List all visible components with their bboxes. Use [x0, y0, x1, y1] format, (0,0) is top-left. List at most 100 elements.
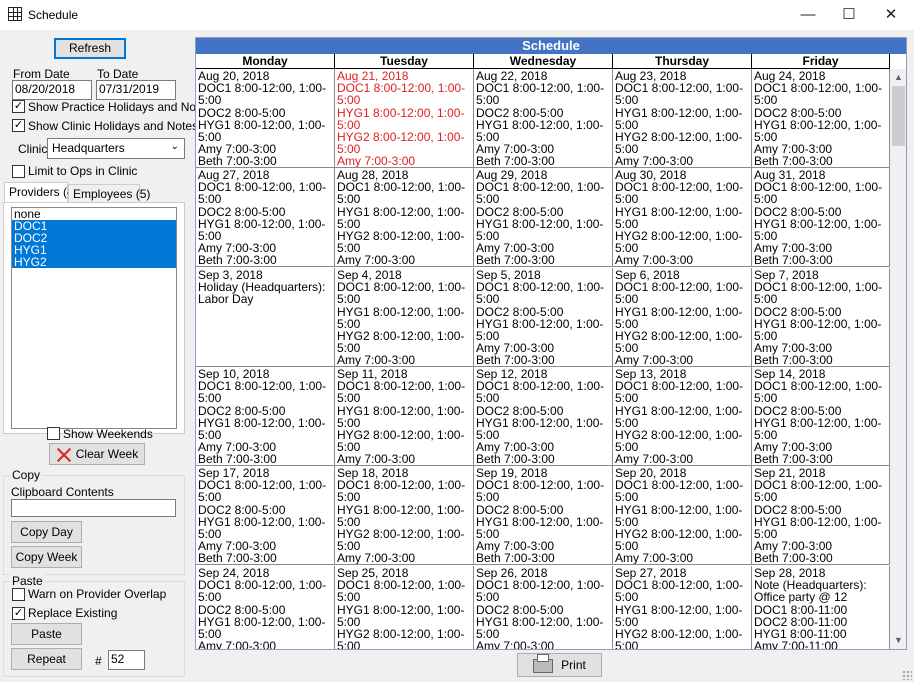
schedule-day-cell[interactable]: Aug 27, 2018 DOC1 8:00-12:00, 1:00-5:00 DO…: [196, 168, 335, 267]
cell-entry: DOC2 8:00-5:00: [754, 502, 842, 517]
cell-entry: DOC1 8:00-12:00, 1:00-5:00: [337, 578, 466, 605]
cell-entry: DOC1 8:00-12:00, 1:00-5:00: [615, 379, 744, 406]
cell-entry: DOC2 8:00-5:00: [198, 502, 286, 517]
warn-overlap-checkbox[interactable]: [12, 588, 25, 601]
cell-entry: HYG1 8:00-12:00, 1:00-5:00: [476, 216, 604, 244]
maximize-button[interactable]: ☐: [826, 0, 872, 30]
repeat-hash-label: #: [95, 654, 102, 668]
schedule-day-cell[interactable]: Sep 7, 2018 DOC1 8:00-12:00, 1:00-5:00 DOC…: [752, 268, 890, 367]
schedule-day-cell[interactable]: Aug 23, 2018 DOC1 8:00-12:00, 1:00-5:00 HY…: [613, 69, 752, 168]
schedule-day-cell[interactable]: Sep 25, 2018 DOC1 8:00-12:00, 1:00-5:00 HY…: [335, 566, 474, 649]
scroll-up-icon[interactable]: ▲: [890, 69, 906, 86]
cell-entry: HYG2 8:00-12:00, 1:00-5:00: [337, 130, 465, 157]
schedule-day-cell[interactable]: Aug 24, 2018 DOC1 8:00-12:00, 1:00-5:00 DO…: [752, 69, 890, 168]
cell-entry: DOC2 8:00-5:00: [476, 304, 564, 319]
clipboard-label: Clipboard Contents: [11, 485, 114, 499]
cell-entry: Amy 7:00-3:00: [615, 154, 694, 168]
schedule-day-cell[interactable]: Sep 21, 2018 DOC1 8:00-12:00, 1:00-5:00 DO…: [752, 466, 890, 565]
cell-entry: DOC1 8:00-12:00, 1:00-5:00: [476, 180, 605, 207]
schedule-day-cell[interactable]: Sep 18, 2018 DOC1 8:00-12:00, 1:00-5:00 HY…: [335, 466, 474, 565]
cell-entry: Beth 7:00-3:00: [754, 253, 833, 267]
schedule-day-cell[interactable]: Sep 3, 2018 Holiday (Headquarters): Labor…: [196, 268, 335, 367]
minimize-button[interactable]: —: [785, 0, 831, 30]
print-button[interactable]: Print: [517, 653, 602, 677]
cell-entry: Amy 7:00-3:00: [337, 353, 416, 367]
vertical-scrollbar[interactable]: ▲ ▼: [890, 69, 906, 649]
show-clinic-holidays-label: Show Clinic Holidays and Notes: [28, 119, 199, 133]
schedule-day-cell[interactable]: Sep 5, 2018 DOC1 8:00-12:00, 1:00-5:00 DOC…: [474, 268, 613, 367]
cell-entry: HYG2 8:00-12:00, 1:00-5:00: [615, 428, 743, 455]
schedule-day-cell[interactable]: Aug 31, 2018 DOC1 8:00-12:00, 1:00-5:00 DO…: [752, 168, 890, 267]
cell-entry: Amy 7:00-3:00: [615, 253, 694, 267]
cell-entry: Amy 7:00-3:00: [337, 154, 416, 168]
cell-entry: Beth 7:00-3:00: [476, 452, 555, 466]
to-date-input[interactable]: 07/31/2019: [96, 80, 176, 100]
schedule-day-cell[interactable]: Sep 4, 2018 DOC1 8:00-12:00, 1:00-5:00 HYG…: [335, 268, 474, 367]
cell-entry: Beth 7:00-3:00: [198, 452, 277, 466]
clipboard-contents-field: [11, 499, 176, 517]
schedule-day-cell[interactable]: Sep 11, 2018 DOC1 8:00-12:00, 1:00-5:00 HY…: [335, 367, 474, 466]
day-headers: Monday Tuesday Wednesday Thursday Friday: [196, 54, 890, 69]
list-item[interactable]: HYG2: [12, 256, 176, 268]
copy-week-button[interactable]: Copy Week: [11, 546, 82, 568]
schedule-day-cell[interactable]: Sep 24, 2018 DOC1 8:00-12:00, 1:00-5:00 DO…: [196, 566, 335, 649]
cell-entry: Beth 7:00-3:00: [754, 353, 833, 367]
repeat-button[interactable]: Repeat: [11, 648, 82, 670]
schedule-day-cell[interactable]: Aug 22, 2018 DOC1 8:00-12:00, 1:00-5:00 DO…: [474, 69, 613, 168]
cell-entry: DOC1 8:00-11:00: [754, 602, 848, 617]
cell-entry: DOC2 8:00-5:00: [198, 204, 286, 219]
schedule-day-cell[interactable]: Sep 20, 2018 DOC1 8:00-12:00, 1:00-5:00 HY…: [613, 466, 752, 565]
repeat-count-input[interactable]: 52: [108, 650, 145, 670]
schedule-day-cell[interactable]: Aug 28, 2018 DOC1 8:00-12:00, 1:00-5:00 HY…: [335, 168, 474, 267]
schedule-day-cell[interactable]: Aug 29, 2018 DOC1 8:00-12:00, 1:00-5:00 DO…: [474, 168, 613, 267]
schedule-day-cell[interactable]: Aug 20, 2018 DOC1 8:00-12:00, 1:00-5:00 DO…: [196, 69, 335, 168]
show-practice-holidays-checkbox[interactable]: ✓: [12, 100, 25, 113]
show-weekends-checkbox[interactable]: [47, 427, 60, 440]
cell-entry: DOC1 8:00-12:00, 1:00-5:00: [615, 81, 744, 108]
schedule-day-cell[interactable]: Sep 28, 2018 Note (Headquarters): Office …: [752, 566, 890, 649]
cell-entry: Amy 7:00-3:00: [615, 452, 694, 466]
window-title: Schedule: [28, 8, 79, 22]
cell-entry: Beth 7:00-3:00: [754, 551, 833, 565]
cell-entry: DOC1 8:00-12:00, 1:00-5:00: [754, 478, 883, 505]
day-header: Wednesday: [474, 54, 613, 69]
tab-providers[interactable]: Providers (4): [4, 182, 78, 202]
copy-day-button[interactable]: Copy Day: [11, 521, 82, 543]
cell-entry: DOC2 8:00-5:00: [754, 304, 842, 319]
schedule-day-cell[interactable]: Sep 19, 2018 DOC1 8:00-12:00, 1:00-5:00 DO…: [474, 466, 613, 565]
schedule-title: Schedule: [196, 38, 906, 54]
schedule-day-cell[interactable]: Sep 26, 2018 DOC1 8:00-12:00, 1:00-5:00 DO…: [474, 566, 613, 649]
schedule-day-cell[interactable]: Aug 30, 2018 DOC1 8:00-12:00, 1:00-5:00 HY…: [613, 168, 752, 267]
limit-ops-checkbox[interactable]: [12, 165, 25, 178]
schedule-day-cell[interactable]: Sep 10, 2018 DOC1 8:00-12:00, 1:00-5:00 DO…: [196, 367, 335, 466]
clear-week-button[interactable]: Clear Week: [49, 443, 145, 465]
schedule-cells: Aug 20, 2018 DOC1 8:00-12:00, 1:00-5:00 DO…: [196, 69, 890, 649]
clinic-select[interactable]: Headquarters ⌄: [47, 138, 185, 159]
scrollbar-thumb[interactable]: [892, 86, 905, 146]
refresh-button[interactable]: Refresh: [54, 38, 126, 59]
chevron-down-icon: ⌄: [170, 141, 179, 152]
cell-entry: DOC2 8:00-5:00: [476, 602, 564, 617]
show-practice-holidays-label: Show Practice Holidays and Notes: [28, 100, 213, 114]
from-date-input[interactable]: 08/20/2018: [12, 80, 92, 100]
schedule-day-cell[interactable]: Sep 6, 2018 DOC1 8:00-12:00, 1:00-5:00 HYG…: [613, 268, 752, 367]
from-date-label: From Date: [13, 67, 70, 81]
replace-existing-checkbox[interactable]: ✓: [12, 607, 25, 620]
cell-entry: DOC1 8:00-12:00, 1:00-5:00: [615, 578, 744, 605]
providers-listbox[interactable]: none DOC1 DOC2 HYG1 HYG2: [11, 207, 177, 429]
tab-employees[interactable]: Employees (5): [68, 184, 150, 202]
scroll-down-icon[interactable]: ▼: [890, 632, 906, 649]
schedule-day-cell[interactable]: Sep 17, 2018 DOC1 8:00-12:00, 1:00-5:00 DO…: [196, 466, 335, 565]
show-clinic-holidays-checkbox[interactable]: ✓: [12, 119, 25, 132]
cell-entry: DOC1 8:00-12:00, 1:00-5:00: [615, 478, 744, 505]
schedule-day-cell[interactable]: Sep 13, 2018 DOC1 8:00-12:00, 1:00-5:00 HY…: [613, 367, 752, 466]
resize-grip-icon[interactable]: [902, 670, 912, 680]
schedule-day-cell[interactable]: Sep 12, 2018 DOC1 8:00-12:00, 1:00-5:00 DO…: [474, 367, 613, 466]
schedule-day-cell[interactable]: Aug 21, 2018 DOC1 8:00-12:00, 1:00-5:00 HY…: [335, 69, 474, 168]
cell-entry: Beth 7:00-3:00: [754, 452, 833, 466]
schedule-day-cell[interactable]: Sep 14, 2018 DOC1 8:00-12:00, 1:00-5:00 DO…: [752, 367, 890, 466]
cell-entry: DOC1 8:00-12:00, 1:00-5:00: [754, 180, 883, 207]
close-button[interactable]: ✕: [868, 0, 914, 30]
paste-button[interactable]: Paste: [11, 623, 82, 645]
schedule-day-cell[interactable]: Sep 27, 2018 DOC1 8:00-12:00, 1:00-5:00 HY…: [613, 566, 752, 649]
